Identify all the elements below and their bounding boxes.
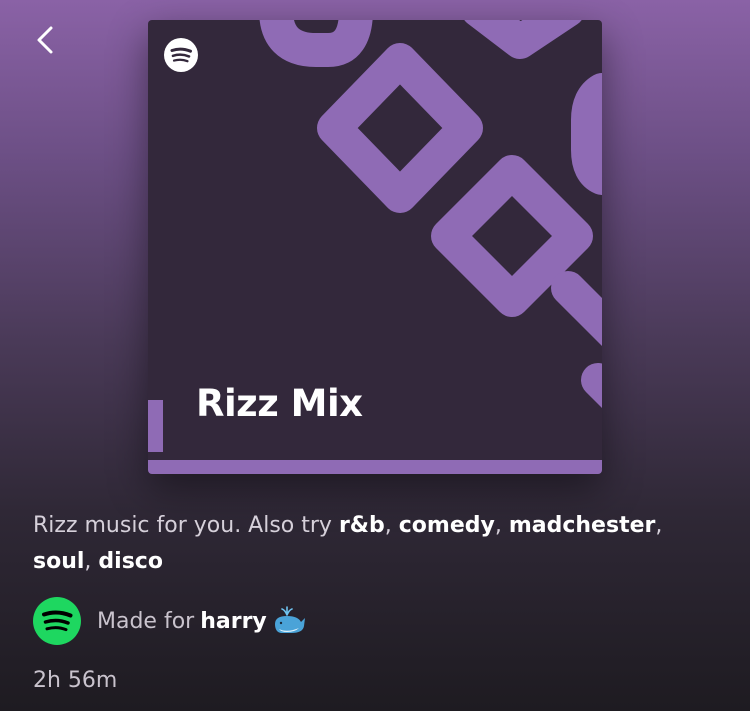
cover-title: Rizz Mix — [196, 382, 363, 425]
playlist-description: Rizz music for you. Also try r&b, comedy… — [33, 513, 663, 574]
whale-icon — [274, 606, 305, 633]
spotify-logo-icon — [33, 597, 81, 645]
description-prefix: Rizz music for you. Also try — [33, 513, 339, 538]
back-button[interactable] — [26, 20, 70, 64]
spotify-logo-icon — [164, 38, 198, 72]
made-for-label: Made for — [97, 608, 195, 634]
playlist-duration: 2h 56m — [33, 668, 118, 693]
genre-link-madchester[interactable]: madchester — [509, 513, 656, 538]
cover-accent-bar — [148, 400, 163, 452]
chevron-left-icon — [37, 26, 53, 54]
genre-link-soul[interactable]: soul — [33, 549, 84, 574]
genre-link-disco[interactable]: disco — [98, 549, 163, 574]
made-for-username[interactable]: harry — [200, 609, 267, 634]
cover-bottom-bar — [148, 460, 602, 474]
genre-link-rnb[interactable]: r&b — [339, 513, 385, 538]
genre-link-comedy[interactable]: comedy — [399, 513, 495, 538]
made-for-row[interactable]: Made for harry — [33, 597, 307, 645]
playlist-cover: Rizz Mix — [148, 20, 602, 474]
